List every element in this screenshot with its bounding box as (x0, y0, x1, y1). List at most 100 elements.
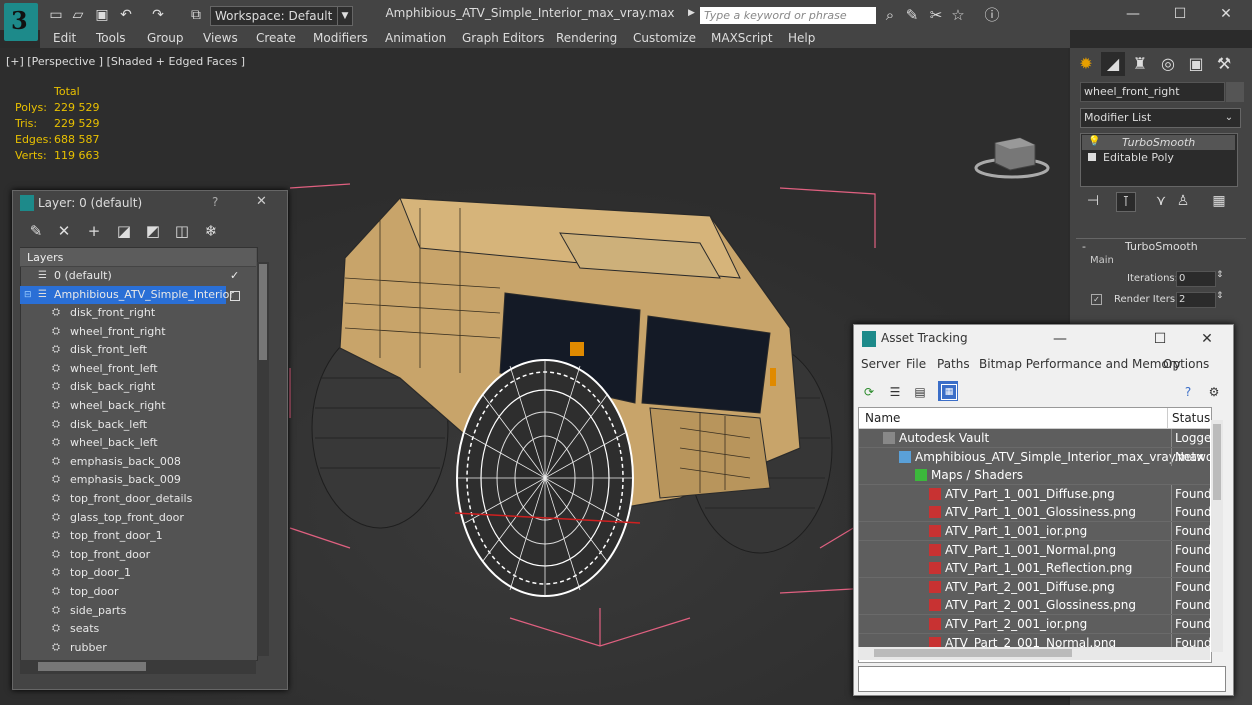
hierarchy-tab-icon[interactable]: ♜ (1128, 52, 1152, 76)
display-tab-icon[interactable]: ▣ (1184, 52, 1208, 76)
spinner-arrows-icon[interactable]: ⇕ (1216, 291, 1224, 301)
stack-item-turbosmooth[interactable]: TurboSmooth (1122, 136, 1195, 149)
menu-rendering[interactable]: Rendering (556, 31, 617, 45)
asset-table-row[interactable]: ATV_Part_2_001_Glossiness.png Found (859, 596, 1210, 616)
add-to-layer-icon[interactable]: + (84, 221, 104, 241)
open-file-icon[interactable]: ▱ (70, 7, 86, 23)
list-view-icon[interactable]: ☰ (886, 383, 904, 401)
menu-modifiers[interactable]: Modifiers (313, 31, 368, 45)
layer-object-row[interactable]: ⛭ side_parts (20, 602, 256, 620)
search-input[interactable]: Type a keyword or phrase (700, 7, 876, 24)
scrollbar-thumb[interactable] (1213, 424, 1221, 500)
viewport-label[interactable]: [+] [Perspective ] [Shaded + Edged Faces… (6, 55, 245, 68)
stack-item-editable-poly[interactable]: Editable Poly (1103, 151, 1174, 164)
layer-object-row[interactable]: ⛭ disk_front_right (20, 304, 256, 322)
make-unique-icon[interactable]: ⋎ (1152, 192, 1170, 210)
asset-table-row[interactable]: ATV_Part_2_001_Diffuse.png Found (859, 577, 1210, 597)
layer-object-row[interactable]: ⛭ glass_top_front_door (20, 509, 256, 527)
object-color-swatch[interactable] (1226, 82, 1244, 102)
menu-edit[interactable]: Edit (53, 31, 76, 45)
asset-table-row[interactable]: Maps / Shaders (859, 466, 1210, 486)
minimize-button[interactable]: — (1118, 4, 1148, 24)
scrollbar-thumb[interactable] (38, 662, 146, 671)
object-name-field[interactable]: wheel_front_right (1080, 82, 1225, 102)
layer-object-row[interactable]: ⛭ wheel_front_right (20, 323, 256, 341)
scrollbar-thumb[interactable] (874, 649, 1072, 657)
hide-layers-icon[interactable]: ◫ (172, 221, 192, 241)
asset-menu-bitmap-performance[interactable]: Bitmap Performance and Memory (979, 357, 1181, 371)
layer-object-row[interactable]: ⛭ top_door (20, 583, 256, 601)
asset-table-row[interactable]: ATV_Part_1_001_ior.png Found (859, 522, 1210, 541)
active-check-icon[interactable]: ✓ (230, 267, 239, 285)
layer-object-row[interactable]: ⛭ top_front_door_1 (20, 527, 256, 545)
motion-tab-icon[interactable]: ◎ (1156, 52, 1180, 76)
chevron-down-icon[interactable]: ⌄ (1222, 109, 1236, 127)
layer-object-row[interactable]: ⛭ top_front_door (20, 546, 256, 564)
lightbulb-icon[interactable]: 💡 (1088, 136, 1100, 147)
pin-stack-icon[interactable]: ⊣ (1084, 192, 1102, 210)
maximize-button[interactable]: ☐ (1145, 329, 1175, 349)
layer-visibility-toggle[interactable] (230, 291, 240, 301)
collapse-icon[interactable]: ⊟ (24, 286, 32, 304)
layer-row-default[interactable]: ☰ 0 (default) ✓ (20, 267, 256, 285)
layer-object-row[interactable]: ⛭ seats (20, 620, 256, 638)
layer-object-row[interactable]: ⛭ disk_back_right (20, 378, 256, 396)
menu-customize[interactable]: Customize (633, 31, 696, 45)
app-logo-icon[interactable]: 3 (4, 3, 38, 41)
create-tab-icon[interactable]: ✹ (1074, 52, 1098, 76)
save-icon[interactable]: ▣ (94, 7, 110, 23)
layer-object-row[interactable]: ⛭ wheel_back_left (20, 434, 256, 452)
asset-table-row[interactable]: Amphibious_ATV_Simple_Interior_max_vray.… (859, 447, 1210, 467)
table-view-icon[interactable]: ▤ (911, 383, 929, 401)
remove-modifier-icon[interactable]: ♙ (1174, 192, 1192, 210)
layer-object-row[interactable]: ⛭ emphasis_back_008 (20, 453, 256, 471)
binoculars-icon[interactable]: ⌕ (880, 5, 900, 25)
asset-menu-file[interactable]: File (906, 357, 926, 371)
modifier-list-dropdown[interactable]: Modifier List (1080, 108, 1241, 128)
asset-table-row[interactable]: ATV_Part_1_001_Reflection.png Found (859, 559, 1210, 579)
layer-object-row[interactable]: ⛭ rubber (20, 639, 256, 657)
vault-help-icon[interactable]: ? (1179, 383, 1197, 401)
asset-table-row[interactable]: ATV_Part_1_001_Glossiness.png Found (859, 503, 1210, 523)
asset-table-row[interactable]: Autodesk Vault Logged (859, 429, 1210, 448)
wrench-icon[interactable]: ✎ (902, 5, 922, 25)
asset-table-row[interactable]: ATV_Part_1_001_Diffuse.png Found (859, 484, 1210, 504)
rollout-collapse-icon[interactable]: - (1082, 240, 1086, 253)
asset-table-row[interactable]: ATV_Part_2_001_ior.png Found (859, 615, 1210, 634)
redo-icon[interactable]: ↷ (150, 7, 166, 23)
asset-path-field[interactable] (858, 666, 1226, 692)
layer-object-row[interactable]: ⛭ wheel_back_right (20, 397, 256, 415)
tools-icon[interactable]: ✂ (926, 5, 946, 25)
layer-row-selected[interactable]: ⊟ ☰ Amphibious_ATV_Simple_Interior (20, 286, 234, 304)
asset-menu-server[interactable]: Server (861, 357, 900, 371)
minimize-button[interactable]: — (1045, 329, 1075, 349)
star-icon[interactable]: ☆ (948, 5, 968, 25)
layer-object-row[interactable]: ⛭ wheel_front_left (20, 360, 256, 378)
close-button[interactable]: ✕ (1211, 4, 1241, 24)
asset-menu-options[interactable]: Options (1163, 357, 1209, 371)
menu-animation[interactable]: Animation (385, 31, 446, 45)
select-objects-icon[interactable]: ◪ (114, 221, 134, 241)
menu-maxscript[interactable]: MAXScript (711, 31, 773, 45)
menu-graph-editors[interactable]: Graph Editors (462, 31, 544, 45)
create-layer-icon[interactable]: ✎ (26, 221, 46, 241)
column-header-layers[interactable]: Layers (27, 251, 63, 264)
project-icon[interactable]: ⧉ (188, 7, 204, 23)
spinner-arrows-icon[interactable]: ⇕ (1216, 270, 1224, 280)
maximize-button[interactable]: ☐ (1165, 4, 1195, 24)
menu-group[interactable]: Group (147, 31, 184, 45)
help-icon[interactable]: ⓘ (982, 5, 1002, 25)
column-divider[interactable] (1167, 408, 1168, 428)
column-header-status[interactable]: Status (1172, 411, 1210, 425)
layer-object-row[interactable]: ⛭ disk_front_left (20, 341, 256, 359)
menu-help[interactable]: Help (788, 31, 815, 45)
menu-tools[interactable]: Tools (96, 31, 126, 45)
layer-object-row[interactable]: ⛭ disk_back_left (20, 416, 256, 434)
utilities-tab-icon[interactable]: ⚒ (1212, 52, 1236, 76)
close-button[interactable]: ✕ (1192, 329, 1222, 349)
layer-object-row[interactable]: ⛭ emphasis_back_009 (20, 471, 256, 489)
delete-layer-icon[interactable]: ✕ (54, 221, 74, 241)
scrollbar-thumb[interactable] (259, 264, 267, 360)
menu-create[interactable]: Create (256, 31, 296, 45)
undo-icon[interactable]: ↶ (118, 7, 134, 23)
